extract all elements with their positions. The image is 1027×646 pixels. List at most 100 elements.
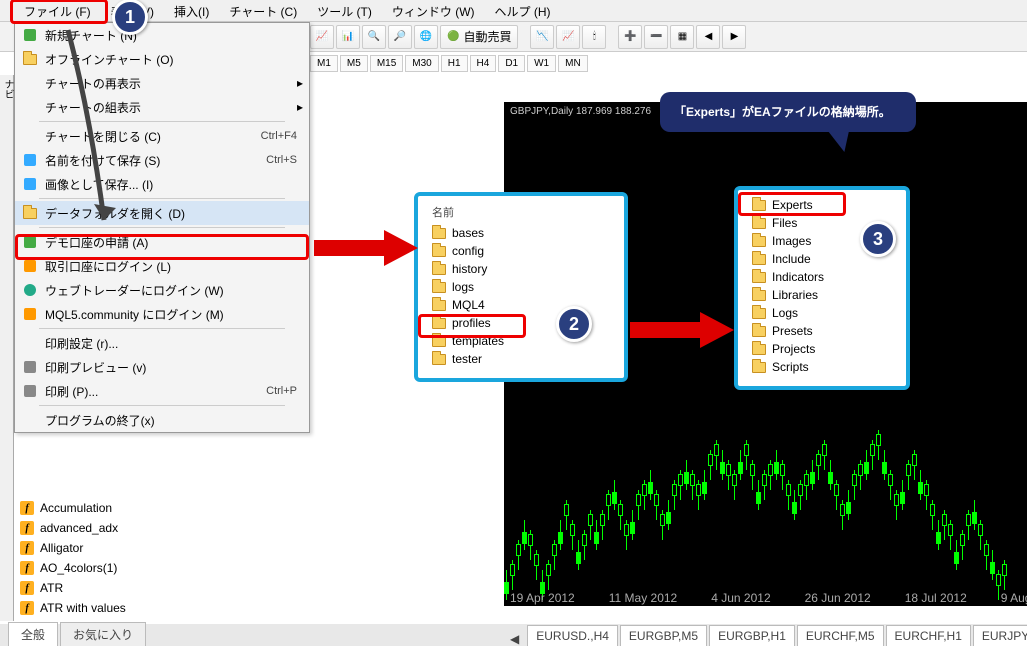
menu-item[interactable]: 取引口座にログイン (L) — [15, 254, 309, 278]
toolbar-button[interactable]: ▶ — [722, 25, 746, 49]
indicator-icon: f — [20, 561, 34, 575]
chart-tab[interactable]: EURUSD.,H4 — [527, 625, 618, 646]
menu-item[interactable]: MQL5.community にログイン (M) — [15, 302, 309, 326]
nav-tab-fav[interactable]: お気に入り — [60, 622, 146, 646]
toolbar-button[interactable]: ➖ — [644, 25, 668, 49]
menu-item[interactable]: オフラインチャート (O) — [15, 47, 309, 71]
nav-tab-general[interactable]: 全般 — [8, 622, 58, 646]
file-menu-dropdown: 新規チャート (N)オフラインチャート (O)チャートの再表示▸チャートの組表示… — [14, 22, 310, 433]
menu-item-label: 画像として保存... (I) — [45, 176, 303, 193]
folder-item[interactable]: Indicators — [748, 268, 896, 286]
timeframe-btn[interactable]: M1 — [310, 55, 338, 72]
folder-window-2: ExpertsFilesImagesIncludeIndicatorsLibra… — [734, 186, 910, 390]
toolbar-button[interactable]: ◀ — [696, 25, 720, 49]
menu-item-label: チャートを閉じる (C) — [45, 128, 255, 145]
annotation-badge-1: 1 — [112, 0, 148, 35]
indicator-icon: f — [20, 601, 34, 615]
menu-item[interactable]: チャートの再表示▸ — [15, 71, 309, 95]
folder-item-label: MQL4 — [452, 298, 485, 312]
menu-item[interactable]: 名前を付けて保存 (S)Ctrl+S — [15, 148, 309, 172]
blank-icon — [21, 335, 39, 351]
menu-item[interactable]: 印刷 (P)...Ctrl+P — [15, 379, 309, 403]
menu-tool[interactable]: ツール (T) — [307, 0, 382, 21]
navigator-item[interactable]: f AO_4colors(1) — [14, 558, 308, 578]
folder-item[interactable]: Libraries — [748, 286, 896, 304]
toolbar-button[interactable]: 📈 — [310, 25, 334, 49]
navigator-item-label: AO_4colors(1) — [40, 561, 117, 575]
chart-tab[interactable]: EURGBP,M5 — [620, 625, 707, 646]
folder-item[interactable]: Projects — [748, 340, 896, 358]
timeframe-btn[interactable]: M30 — [405, 55, 438, 72]
folder-item[interactable]: Scripts — [748, 358, 896, 376]
timeframe-btn[interactable]: W1 — [527, 55, 556, 72]
timeframe-btn[interactable]: MN — [558, 55, 588, 72]
toolbar-button[interactable]: 🌐 — [414, 25, 438, 49]
toolbar-button[interactable]: 🕯 — [582, 25, 606, 49]
folder-item[interactable]: Presets — [748, 322, 896, 340]
menu-help[interactable]: ヘルプ (H) — [485, 0, 561, 21]
toolbar-button[interactable]: 📊 — [336, 25, 360, 49]
menu-item[interactable]: チャートを閉じる (C)Ctrl+F4 — [15, 124, 309, 148]
menu-file[interactable]: ファイル (F) — [14, 0, 101, 21]
navigator-item[interactable]: fadvanced_adx — [14, 518, 308, 538]
folder-item[interactable]: bases — [428, 224, 614, 242]
menu-item[interactable]: ウェブトレーダーにログイン (W) — [15, 278, 309, 302]
menu-item[interactable]: デモ口座の申請 (A) — [15, 230, 309, 254]
folder-item[interactable]: Logs — [748, 304, 896, 322]
chart-tab[interactable]: EURCHF,M5 — [797, 625, 884, 646]
menu-window[interactable]: ウィンドウ (W) — [382, 0, 485, 21]
blue-icon — [21, 176, 39, 192]
menu-item-label: ウェブトレーダーにログイン (W) — [45, 282, 303, 299]
blank-icon — [21, 128, 39, 144]
callout-text: 「Experts」がEAファイルの格納場所。 — [674, 105, 891, 119]
menu-item-label: チャートの再表示 — [45, 75, 291, 92]
menu-item-label: 取引口座にログイン (L) — [45, 258, 303, 275]
blank-icon — [21, 99, 39, 115]
toolbar-button[interactable]: 🔍 — [362, 25, 386, 49]
chart-tab[interactable]: EURGBP,H1 — [709, 625, 795, 646]
chart-tab[interactable]: EURCHF,H1 — [886, 625, 971, 646]
menu-item[interactable]: データフォルダを開く (D) — [15, 201, 309, 225]
menu-chart[interactable]: チャート (C) — [219, 0, 307, 21]
navigator-item[interactable]: fAccumulation — [14, 498, 308, 518]
folder-item[interactable]: logs — [428, 278, 614, 296]
folder-item-label: config — [452, 244, 484, 258]
folder-item[interactable]: tester — [428, 350, 614, 368]
auto-trade-label: 自動売買 — [463, 28, 511, 45]
folder-icon — [752, 362, 766, 373]
indicator-icon: f — [20, 581, 34, 595]
button-auto-trade[interactable]: 🟢 自動売買 — [440, 25, 518, 49]
timeframe-btn[interactable]: D1 — [498, 55, 525, 72]
menu-item[interactable]: チャートの組表示▸ — [15, 95, 309, 119]
folder-icon — [752, 236, 766, 247]
menu-item[interactable]: 新規チャート (N) — [15, 23, 309, 47]
menu-item[interactable]: 印刷プレビュー (v) — [15, 355, 309, 379]
chart-tab[interactable]: EURJPY — [973, 625, 1027, 646]
navigator-item[interactable]: fATR — [14, 578, 308, 598]
menu-item-label: 印刷 (P)... — [45, 383, 260, 400]
toolbar-button[interactable]: 📈 — [556, 25, 580, 49]
toolbar-button[interactable]: ▦ — [670, 25, 694, 49]
folder-item[interactable]: config — [428, 242, 614, 260]
timeframe-btn[interactable]: M5 — [340, 55, 368, 72]
navigator-item-label: Alligator — [40, 541, 83, 555]
menu-item[interactable]: プログラムの終了(x) — [15, 408, 309, 432]
menu-item[interactable]: 画像として保存... (I) — [15, 172, 309, 196]
toolbar-button[interactable]: 🔎 — [388, 25, 412, 49]
folder-item-label: Scripts — [772, 360, 809, 374]
toolbar-button[interactable]: 📉 — [530, 25, 554, 49]
navigator-item[interactable]: fAlligator — [14, 538, 308, 558]
folder-item-label: Indicators — [772, 270, 824, 284]
timeframe-btn[interactable]: M15 — [370, 55, 403, 72]
toolbar-button[interactable]: ➕ — [618, 25, 642, 49]
folder-item[interactable]: history — [428, 260, 614, 278]
timeframe-btn[interactable]: H1 — [441, 55, 468, 72]
menu-item-label: プログラムの終了(x) — [45, 412, 303, 429]
indicator-icon: f — [20, 521, 34, 535]
nav-panel-tab[interactable]: ナビ — [0, 75, 14, 621]
timeframe-btn[interactable]: H4 — [470, 55, 497, 72]
menu-insert[interactable]: 挿入(I) — [164, 0, 219, 21]
menu-item[interactable]: 印刷設定 (r)... — [15, 331, 309, 355]
navigator-item[interactable]: fATR with values — [14, 598, 308, 618]
pr-icon — [21, 359, 39, 375]
